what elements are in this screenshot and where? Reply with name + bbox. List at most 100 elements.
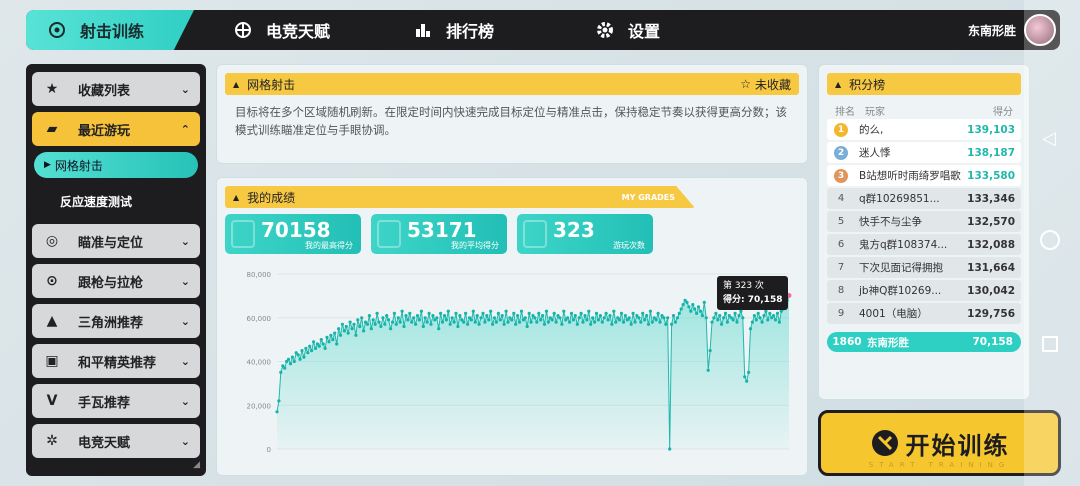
score-point[interactable] (687, 305, 691, 309)
score-point[interactable] (479, 316, 483, 320)
score-point[interactable] (777, 320, 782, 324)
score-point[interactable] (502, 322, 506, 326)
score-point[interactable] (627, 316, 631, 320)
score-point[interactable] (654, 318, 658, 322)
tab-esports-talent[interactable]: 电竞天赋 (212, 10, 350, 50)
score-point[interactable] (735, 320, 739, 324)
score-point[interactable] (448, 322, 452, 326)
score-point[interactable] (331, 338, 335, 342)
score-point[interactable] (754, 318, 758, 322)
score-point[interactable] (698, 309, 703, 313)
score-point[interactable] (323, 346, 327, 350)
score-point[interactable] (600, 320, 604, 324)
score-point[interactable] (758, 316, 762, 320)
score-point[interactable] (629, 322, 633, 326)
score-point[interactable] (325, 335, 329, 339)
score-point[interactable] (673, 320, 677, 324)
score-point[interactable] (415, 314, 420, 318)
score-point[interactable] (352, 322, 356, 326)
score-point[interactable] (718, 314, 722, 318)
score-point[interactable] (300, 349, 304, 353)
tab-leaderboard[interactable]: 排行榜 (392, 10, 514, 50)
score-point[interactable] (475, 314, 479, 318)
score-point[interactable] (677, 311, 681, 315)
score-point[interactable] (429, 322, 433, 326)
score-point[interactable] (739, 309, 743, 313)
score-point[interactable] (689, 309, 693, 313)
score-point[interactable] (377, 320, 381, 324)
score-point[interactable] (321, 342, 325, 346)
score-point[interactable] (577, 316, 581, 320)
score-point[interactable] (348, 320, 352, 324)
score-point[interactable] (723, 311, 728, 315)
score-point[interactable] (664, 322, 668, 326)
score-point[interactable] (593, 320, 597, 324)
score-point[interactable] (579, 311, 583, 315)
score-point[interactable] (671, 314, 676, 318)
score-point[interactable] (618, 318, 622, 322)
score-point[interactable] (760, 320, 764, 324)
score-point[interactable] (360, 316, 364, 320)
score-point[interactable] (319, 338, 323, 342)
score-point[interactable] (417, 318, 421, 322)
score-point[interactable] (656, 311, 660, 315)
score-point[interactable] (446, 309, 450, 313)
score-point[interactable] (608, 314, 612, 318)
score-point[interactable] (554, 320, 558, 324)
score-point[interactable] (606, 318, 610, 322)
score-point[interactable] (371, 318, 375, 322)
score-point[interactable] (414, 322, 418, 326)
score-point[interactable] (408, 311, 412, 315)
score-point[interactable] (389, 327, 393, 331)
score-point[interactable] (290, 355, 294, 359)
score-point[interactable] (544, 309, 549, 313)
score-point[interactable] (675, 316, 679, 320)
score-point[interactable] (383, 322, 387, 326)
score-point[interactable] (313, 346, 318, 350)
score-point[interactable] (491, 322, 495, 326)
score-point[interactable] (456, 324, 460, 329)
score-point[interactable] (743, 375, 747, 379)
score-point[interactable] (712, 316, 716, 320)
score-point[interactable] (720, 322, 724, 326)
score-point[interactable] (596, 318, 600, 322)
score-point[interactable] (696, 305, 701, 309)
score-point[interactable] (623, 314, 627, 318)
score-point[interactable] (691, 303, 695, 307)
score-point[interactable] (489, 309, 493, 313)
score-point[interactable] (542, 322, 547, 326)
score-point[interactable] (369, 327, 373, 331)
sidebar-item-recent[interactable]: ▰ 最近游玩 ⌃ (32, 112, 200, 146)
score-point[interactable] (367, 314, 371, 318)
sidebar-item-talent[interactable]: ✲ 电竞天赋 ⌄ (32, 424, 200, 458)
score-point[interactable] (685, 300, 689, 304)
score-point[interactable] (527, 311, 531, 315)
score-point[interactable] (452, 320, 456, 324)
score-point[interactable] (550, 318, 554, 322)
score-point[interactable] (708, 349, 712, 353)
score-point[interactable] (454, 311, 458, 315)
score-point[interactable] (439, 311, 443, 315)
score-point[interactable] (714, 311, 718, 315)
score-point[interactable] (340, 322, 344, 326)
score-point[interactable] (650, 320, 654, 324)
score-point[interactable] (514, 322, 518, 326)
score-point[interactable] (471, 309, 475, 313)
score-point[interactable] (450, 316, 454, 320)
score-point[interactable] (633, 320, 637, 324)
score-point[interactable] (485, 314, 489, 318)
score-point[interactable] (525, 324, 529, 329)
score-point[interactable] (373, 322, 377, 326)
score-point[interactable] (571, 318, 575, 322)
score-point[interactable] (487, 318, 491, 322)
score-point[interactable] (639, 320, 643, 324)
score-point[interactable] (342, 329, 346, 333)
score-point[interactable] (733, 311, 737, 315)
score-point[interactable] (702, 300, 706, 304)
score-point[interactable] (310, 349, 314, 353)
favorite-button[interactable]: ☆ 未收藏 (740, 76, 791, 93)
score-point[interactable] (614, 320, 618, 324)
score-point[interactable] (346, 331, 350, 335)
score-point[interactable] (589, 322, 593, 326)
score-point[interactable] (533, 316, 537, 320)
